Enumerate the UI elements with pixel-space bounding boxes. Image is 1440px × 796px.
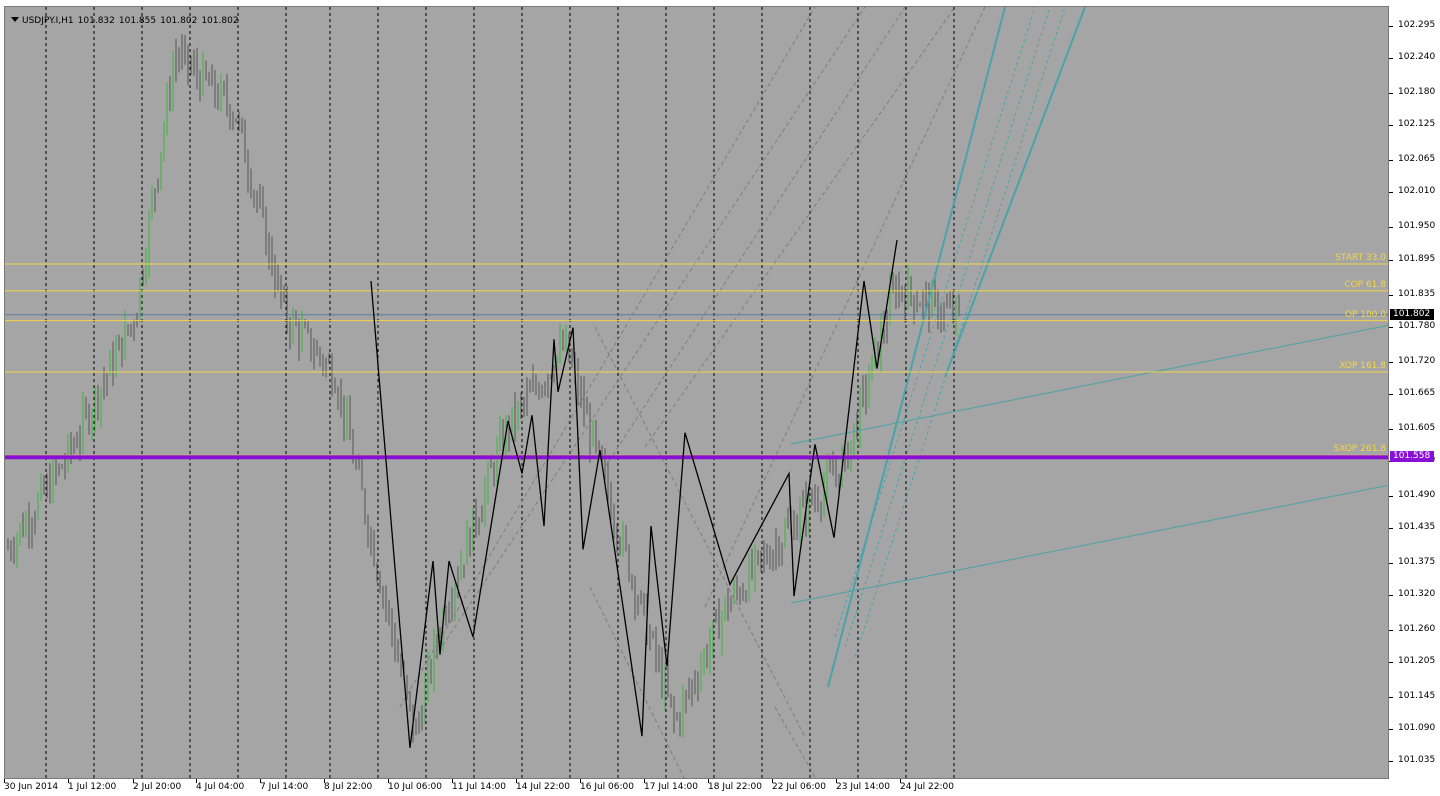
channel-line (944, 7, 1086, 378)
time-tick-label: 18 Jul 22:00 (708, 782, 762, 792)
current-price-badge: 101.802 (1390, 308, 1434, 320)
time-tick-label: 30 Jun 2014 (4, 782, 59, 792)
close-price: 101.802 (201, 16, 239, 26)
price-tick (1389, 125, 1393, 127)
price-tick (1389, 259, 1393, 261)
symbol-header: USDJPY.I,H1 101.832 101.855 101.802 101.802 (11, 16, 243, 26)
time-tick-label: 17 Jul 14:00 (644, 782, 698, 792)
price-tick-label: 101.605 (1398, 422, 1436, 433)
time-tick-label: 11 Jul 14:00 (452, 782, 506, 792)
price-tick (1389, 93, 1393, 95)
price-tick-label: 101.035 (1398, 755, 1436, 766)
price-tick (1389, 761, 1393, 763)
guide-line (704, 7, 986, 608)
price-tick (1389, 192, 1393, 194)
chart-plot-area[interactable]: USDJPY.I,H1 101.832 101.855 101.802 101.802 … (4, 6, 1389, 779)
channel-line (790, 484, 1388, 604)
price-tick-label: 101.835 (1398, 288, 1436, 299)
channel-line (844, 7, 1051, 648)
price-tick (1389, 630, 1393, 632)
price-tick (1389, 361, 1393, 363)
price-tick-label: 102.125 (1398, 119, 1436, 130)
level-price-badge: 101.558 (1390, 451, 1434, 463)
price-tick (1389, 662, 1393, 664)
price-tick-label: 101.780 (1398, 320, 1436, 331)
high-price: 101.855 (118, 16, 157, 26)
time-tick-label: 24 Jul 22:00 (900, 782, 954, 792)
time-tick-label: 4 Jul 04:00 (196, 782, 245, 792)
price-tick (1389, 227, 1393, 229)
fibo-level-label: START 33.0 (1335, 253, 1386, 264)
chart-window: USDJPY.I,H1 101.832 101.855 101.802 101.802 … (0, 0, 1440, 796)
price-tick (1389, 326, 1393, 328)
price-tick-label: 101.090 (1398, 723, 1436, 734)
price-tick (1389, 393, 1393, 395)
price-tick (1389, 26, 1393, 28)
time-tick-label: 10 Jul 06:00 (388, 782, 442, 792)
price-tick-label: 101.260 (1398, 624, 1436, 635)
price-tick-label: 101.490 (1398, 489, 1436, 500)
fibo-level-label: XOP 161.8 (1339, 360, 1386, 371)
time-tick-label: 2 Jul 20:00 (133, 782, 182, 792)
fibo-level-label: OP 100.0 (1344, 309, 1386, 320)
channel-line (827, 7, 1006, 688)
time-tick-label: 22 Jul 06:00 (772, 782, 826, 792)
price-tick-label: 102.240 (1398, 52, 1436, 63)
price-tick-label: 101.320 (1398, 589, 1436, 600)
fibo-level-label: SXOP 261.8 (1333, 444, 1386, 455)
time-tick-label: 16 Jul 06:00 (580, 782, 634, 792)
time-tick-label: 14 Jul 22:00 (516, 782, 570, 792)
time-axis[interactable]: 30 Jun 2014 1 Jul 12:00 2 Jul 20:00 4 Jul 0… (0, 779, 1440, 796)
price-tick-label: 101.665 (1398, 387, 1436, 398)
price-tick (1389, 294, 1393, 296)
price-tick-label: 101.435 (1398, 521, 1436, 532)
price-tick-label: 102.180 (1398, 87, 1436, 98)
guide-line (774, 706, 816, 778)
price-tick (1389, 595, 1393, 597)
low-price: 101.802 (160, 16, 198, 26)
price-tick-label: 102.065 (1398, 154, 1436, 165)
price-tick (1389, 527, 1393, 529)
price-tick-label: 101.950 (1398, 221, 1436, 232)
price-tick (1389, 495, 1393, 497)
price-tick-label: 102.295 (1398, 20, 1436, 31)
chevron-down-icon[interactable] (11, 17, 19, 22)
price-tick (1389, 160, 1393, 162)
price-tick-label: 101.720 (1398, 355, 1436, 366)
fibo-level-label: COP 61.8 (1344, 279, 1386, 290)
price-tick-label: 102.010 (1398, 186, 1436, 197)
time-tick-label: 7 Jul 14:00 (260, 782, 309, 792)
time-tick-label: 8 Jul 22:00 (324, 782, 373, 792)
price-tick (1389, 562, 1393, 564)
price-tick-label: 101.145 (1398, 691, 1436, 702)
price-tick (1389, 697, 1393, 699)
price-tick-label: 101.375 (1398, 556, 1436, 567)
price-tick-label: 101.895 (1398, 253, 1436, 264)
time-tick-label: 1 Jul 12:00 (68, 782, 117, 792)
price-tick-label: 101.205 (1398, 656, 1436, 667)
price-tick (1389, 729, 1393, 731)
price-axis[interactable]: 102.295 102.240 102.180 102.125 102.065 102.0… (1389, 6, 1440, 779)
open-price: 101.832 (77, 16, 115, 26)
symbol-name: USDJPY.I,H1 (22, 16, 74, 26)
price-tick (1389, 428, 1393, 430)
price-chart-svg (5, 7, 1388, 778)
price-tick (1389, 58, 1393, 60)
time-tick-label: 23 Jul 14:00 (836, 782, 890, 792)
